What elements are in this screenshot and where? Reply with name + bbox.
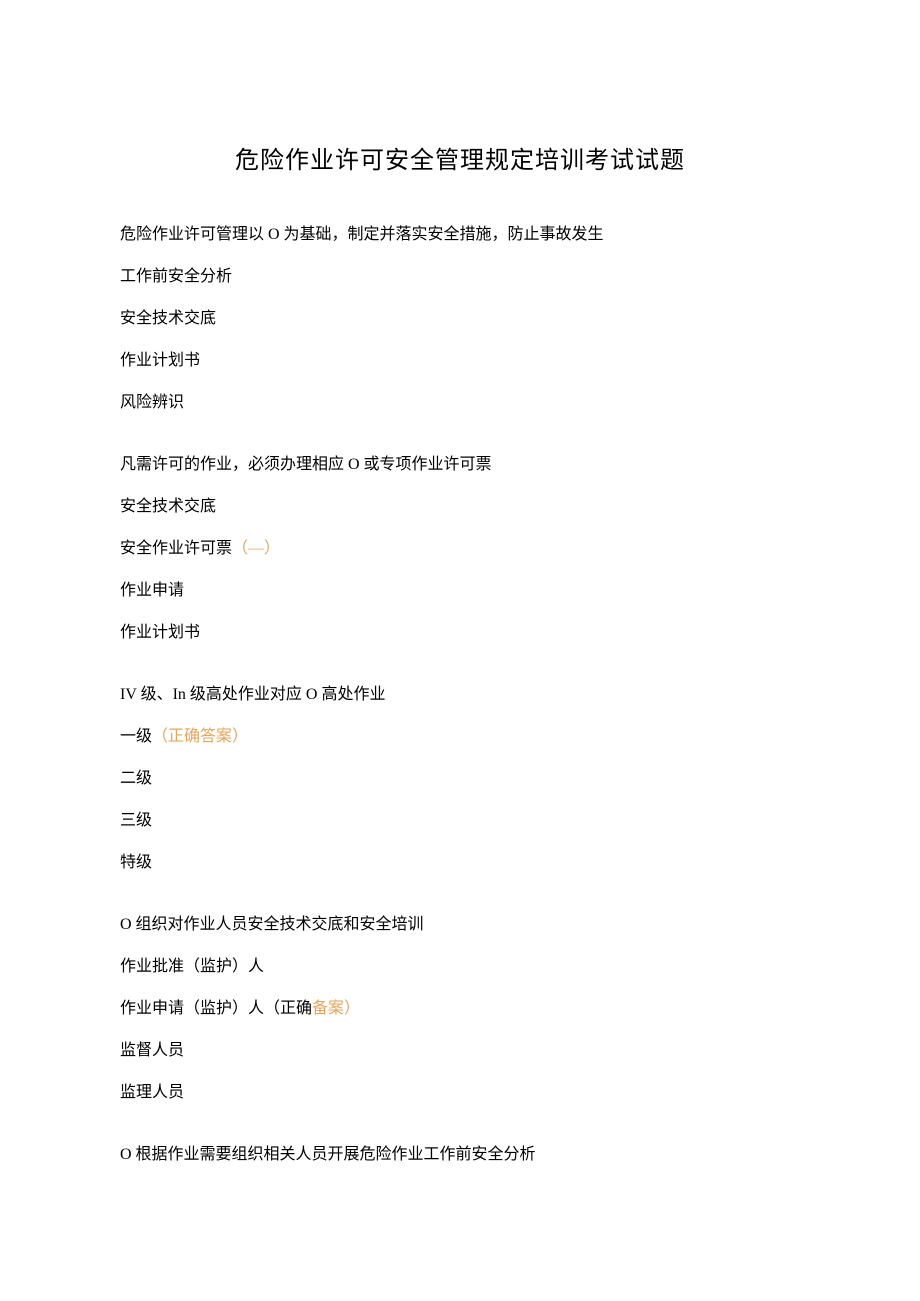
question-1-option-1: 工作前安全分析 <box>120 265 800 289</box>
question-1-option-4: 风险辨识 <box>120 391 800 415</box>
document-title: 危险作业许可安全管理规定培训考试试题 <box>120 140 800 175</box>
question-3: IV 级、In 级高处作业对应 O 高处作业 一级（正确答案） 二级 三级 特级 <box>120 683 800 875</box>
option-prefix: 作业申请（监护）人（正确 <box>120 1000 312 1017</box>
question-2-option-3: 作业申请 <box>120 579 800 603</box>
question-3-option-1: 一级（正确答案） <box>120 725 800 749</box>
question-2-text: 凡需许可的作业，必须办理相应 O 或专项作业许可票 <box>120 453 800 477</box>
answer-marker: （—） <box>232 540 280 557</box>
question-4-option-4: 监理人员 <box>120 1081 800 1105</box>
answer-marker: （正确答案） <box>152 728 248 745</box>
question-3-option-4: 特级 <box>120 851 800 875</box>
question-4: O 组织对作业人员安全技术交底和安全培训 作业批准（监护）人 作业申请（监护）人… <box>120 913 800 1105</box>
question-1: 危险作业许可管理以 O 为基础，制定并落实安全措施，防止事故发生 工作前安全分析… <box>120 223 800 415</box>
option-prefix: 安全作业许可票 <box>120 540 232 557</box>
question-2-option-4: 作业计划书 <box>120 621 800 645</box>
question-4-text: O 组织对作业人员安全技术交底和安全培训 <box>120 913 800 937</box>
question-4-option-3: 监督人员 <box>120 1039 800 1063</box>
question-2: 凡需许可的作业，必须办理相应 O 或专项作业许可票 安全技术交底 安全作业许可票… <box>120 453 800 645</box>
question-1-text: 危险作业许可管理以 O 为基础，制定并落实安全措施，防止事故发生 <box>120 223 800 247</box>
question-4-option-1: 作业批准（监护）人 <box>120 955 800 979</box>
question-2-option-1: 安全技术交底 <box>120 495 800 519</box>
question-3-option-2: 二级 <box>120 767 800 791</box>
question-5: O 根据作业需要组织相关人员开展危险作业工作前安全分析 <box>120 1143 800 1167</box>
question-5-text: O 根据作业需要组织相关人员开展危险作业工作前安全分析 <box>120 1143 800 1167</box>
option-prefix: 一级 <box>120 728 152 745</box>
question-3-option-3: 三级 <box>120 809 800 833</box>
question-1-option-2: 安全技术交底 <box>120 307 800 331</box>
question-1-option-3: 作业计划书 <box>120 349 800 373</box>
question-2-option-2: 安全作业许可票（—） <box>120 537 800 561</box>
answer-marker: 备案） <box>312 1000 360 1017</box>
question-4-option-2: 作业申请（监护）人（正确备案） <box>120 997 800 1021</box>
question-3-text: IV 级、In 级高处作业对应 O 高处作业 <box>120 683 800 707</box>
